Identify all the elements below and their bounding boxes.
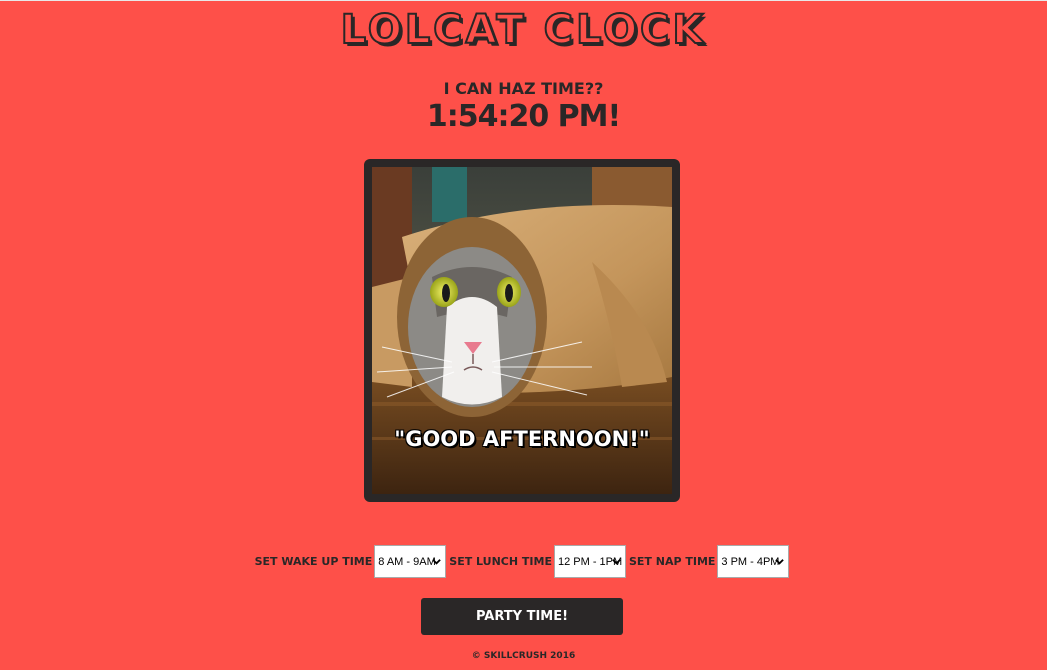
lolcat-image-frame: "GOOD AFTERNOON!"	[364, 159, 680, 502]
chevron-down-icon	[775, 559, 785, 565]
footer-copyright: © SKILLCRUSH 2016	[471, 651, 576, 661]
image-caption: "GOOD AFTERNOON!"	[394, 427, 650, 451]
nap-time-label: SET NAP TIME	[628, 555, 716, 568]
chevron-down-icon	[432, 559, 442, 565]
subtitle: I CAN HAZ TIME??	[443, 79, 604, 98]
lolcat-image: "GOOD AFTERNOON!"	[372, 167, 672, 494]
chevron-down-icon	[612, 559, 621, 565]
page: LOLCAT CLOCK I CAN HAZ TIME?? 1:54:20 PM…	[0, 0, 1047, 670]
nap-time-value: 3 PM - 4PM	[721, 555, 780, 568]
clock-time: 1:54:20 PM!	[426, 99, 621, 134]
wakeup-time-label: SET WAKE UP TIME	[254, 555, 373, 568]
time-settings: SET WAKE UP TIME 8 AM - 9AM SET LUNCH TI…	[0, 545, 1047, 578]
wakeup-time-select[interactable]: 8 AM - 9AM	[374, 545, 447, 578]
lunch-time-label: SET LUNCH TIME	[449, 555, 552, 568]
party-time-button[interactable]: PARTY TIME!	[421, 598, 623, 635]
page-title: LOLCAT CLOCK	[340, 6, 707, 54]
wakeup-time-value: 8 AM - 9AM	[378, 555, 436, 568]
lunch-time-select[interactable]: 12 PM - 1PM	[553, 545, 626, 578]
nap-time-select[interactable]: 3 PM - 4PM	[717, 545, 790, 578]
